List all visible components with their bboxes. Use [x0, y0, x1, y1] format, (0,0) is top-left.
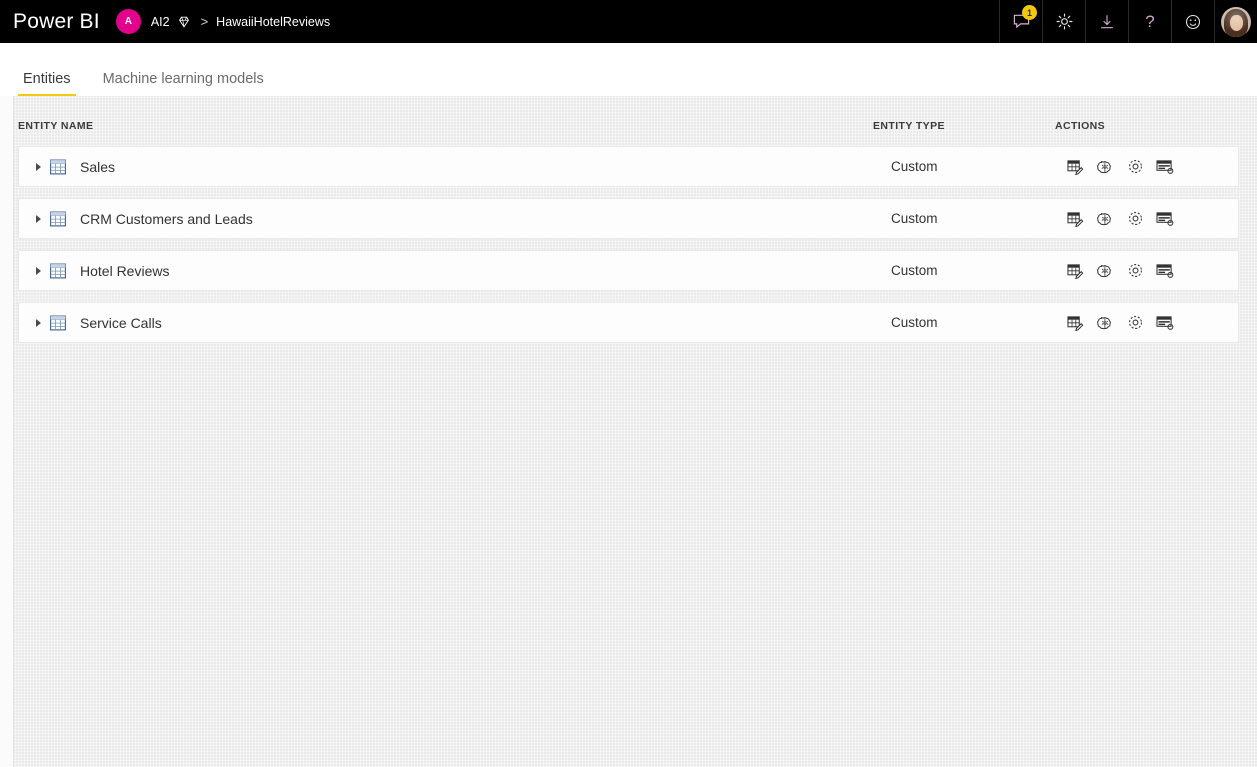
left-rail	[0, 96, 14, 767]
entity-type: Custom	[891, 315, 938, 330]
help-icon: ?	[1145, 11, 1155, 31]
row-actions	[1066, 314, 1174, 332]
entity-type: Custom	[891, 211, 938, 226]
ai-insights-brain-icon[interactable]	[1096, 314, 1114, 332]
row-actions	[1066, 210, 1174, 228]
entity-settings-gear-icon[interactable]	[1126, 314, 1144, 332]
edit-entity-icon[interactable]	[1066, 158, 1084, 176]
feedback-button[interactable]	[1171, 0, 1214, 43]
table-row[interactable]: Service Calls Custom	[18, 302, 1239, 343]
breadcrumb-separator: >	[200, 14, 209, 29]
incremental-refresh-icon[interactable]	[1156, 262, 1174, 280]
edit-entity-icon[interactable]	[1066, 314, 1084, 332]
column-header-actions: ACTIONS	[1055, 120, 1106, 132]
incremental-refresh-icon[interactable]	[1156, 314, 1174, 332]
settings-gear-icon	[1055, 12, 1074, 31]
avatar	[1221, 6, 1251, 37]
tab-machine-learning-models[interactable]: Machine learning models	[98, 71, 269, 96]
entity-type: Custom	[891, 159, 938, 174]
chevron-right-icon	[35, 318, 41, 327]
chevron-right-icon	[35, 162, 41, 171]
entity-table-icon	[50, 211, 66, 226]
ai-insights-brain-icon[interactable]	[1096, 158, 1114, 176]
chevron-right-icon	[35, 266, 41, 275]
settings-button[interactable]	[1042, 0, 1085, 43]
entity-name: Sales	[80, 158, 116, 175]
entity-name: CRM Customers and Leads	[80, 210, 253, 227]
table-column-headers: ENTITY NAME ENTITY TYPE ACTIONS	[0, 120, 1257, 140]
feedback-smiley-icon	[1184, 13, 1202, 31]
top-navigation-bar: Power BI A AI2 > HawaiiHotelReviews 1 ?	[0, 0, 1257, 43]
entity-type: Custom	[891, 263, 938, 278]
expand-entity-button[interactable]	[33, 317, 43, 329]
edit-entity-icon[interactable]	[1066, 210, 1084, 228]
entity-table-icon	[50, 315, 66, 330]
notification-count-badge: 1	[1022, 5, 1037, 20]
ai-insights-brain-icon[interactable]	[1096, 210, 1114, 228]
row-actions	[1066, 158, 1174, 176]
table-row[interactable]: CRM Customers and Leads Custom	[18, 198, 1239, 239]
row-actions	[1066, 262, 1174, 280]
tab-entities[interactable]: Entities	[18, 71, 76, 96]
diamond-premium-icon	[177, 15, 191, 29]
column-header-entity-name: ENTITY NAME	[18, 120, 94, 132]
power-bi-logo[interactable]: Power BI	[13, 10, 100, 34]
entity-name: Service Calls	[80, 314, 162, 331]
user-account-button[interactable]	[1214, 0, 1257, 43]
download-button[interactable]	[1085, 0, 1128, 43]
breadcrumb-dataflow[interactable]: HawaiiHotelReviews	[216, 15, 330, 29]
chevron-right-icon	[35, 214, 41, 223]
download-icon	[1098, 13, 1116, 31]
table-row[interactable]: Sales Custom	[18, 146, 1239, 187]
entity-table-icon	[50, 263, 66, 278]
entity-table-icon	[50, 159, 66, 174]
workspace-avatar[interactable]: A	[115, 9, 141, 34]
entity-settings-gear-icon[interactable]	[1126, 158, 1144, 176]
tab-strip: Entities Machine learning models	[0, 48, 1257, 96]
incremental-refresh-icon[interactable]	[1156, 158, 1174, 176]
expand-entity-button[interactable]	[33, 213, 43, 225]
entity-name: Hotel Reviews	[80, 262, 170, 279]
tab-machine-learning-models-label: Machine learning models	[102, 71, 264, 87]
notifications-button[interactable]: 1	[999, 0, 1042, 43]
incremental-refresh-icon[interactable]	[1156, 210, 1174, 228]
avatar-highlight	[1221, 6, 1251, 37]
entity-settings-gear-icon[interactable]	[1126, 210, 1144, 228]
expand-entity-button[interactable]	[33, 265, 43, 277]
expand-entity-button[interactable]	[33, 161, 43, 173]
tab-entities-label: Entities	[23, 71, 71, 87]
breadcrumb-workspace[interactable]: AI2	[151, 15, 170, 29]
table-row[interactable]: Hotel Reviews Custom	[18, 250, 1239, 291]
ai-insights-brain-icon[interactable]	[1096, 262, 1114, 280]
entity-settings-gear-icon[interactable]	[1126, 262, 1144, 280]
entities-canvas: ENTITY NAME ENTITY TYPE ACTIONS Sales Cu…	[0, 96, 1257, 767]
help-button[interactable]: ?	[1128, 0, 1171, 43]
entities-list: Sales Custom CRM Customers and Leads Cus…	[18, 146, 1239, 354]
column-header-entity-type: ENTITY TYPE	[873, 120, 945, 132]
edit-entity-icon[interactable]	[1066, 262, 1084, 280]
